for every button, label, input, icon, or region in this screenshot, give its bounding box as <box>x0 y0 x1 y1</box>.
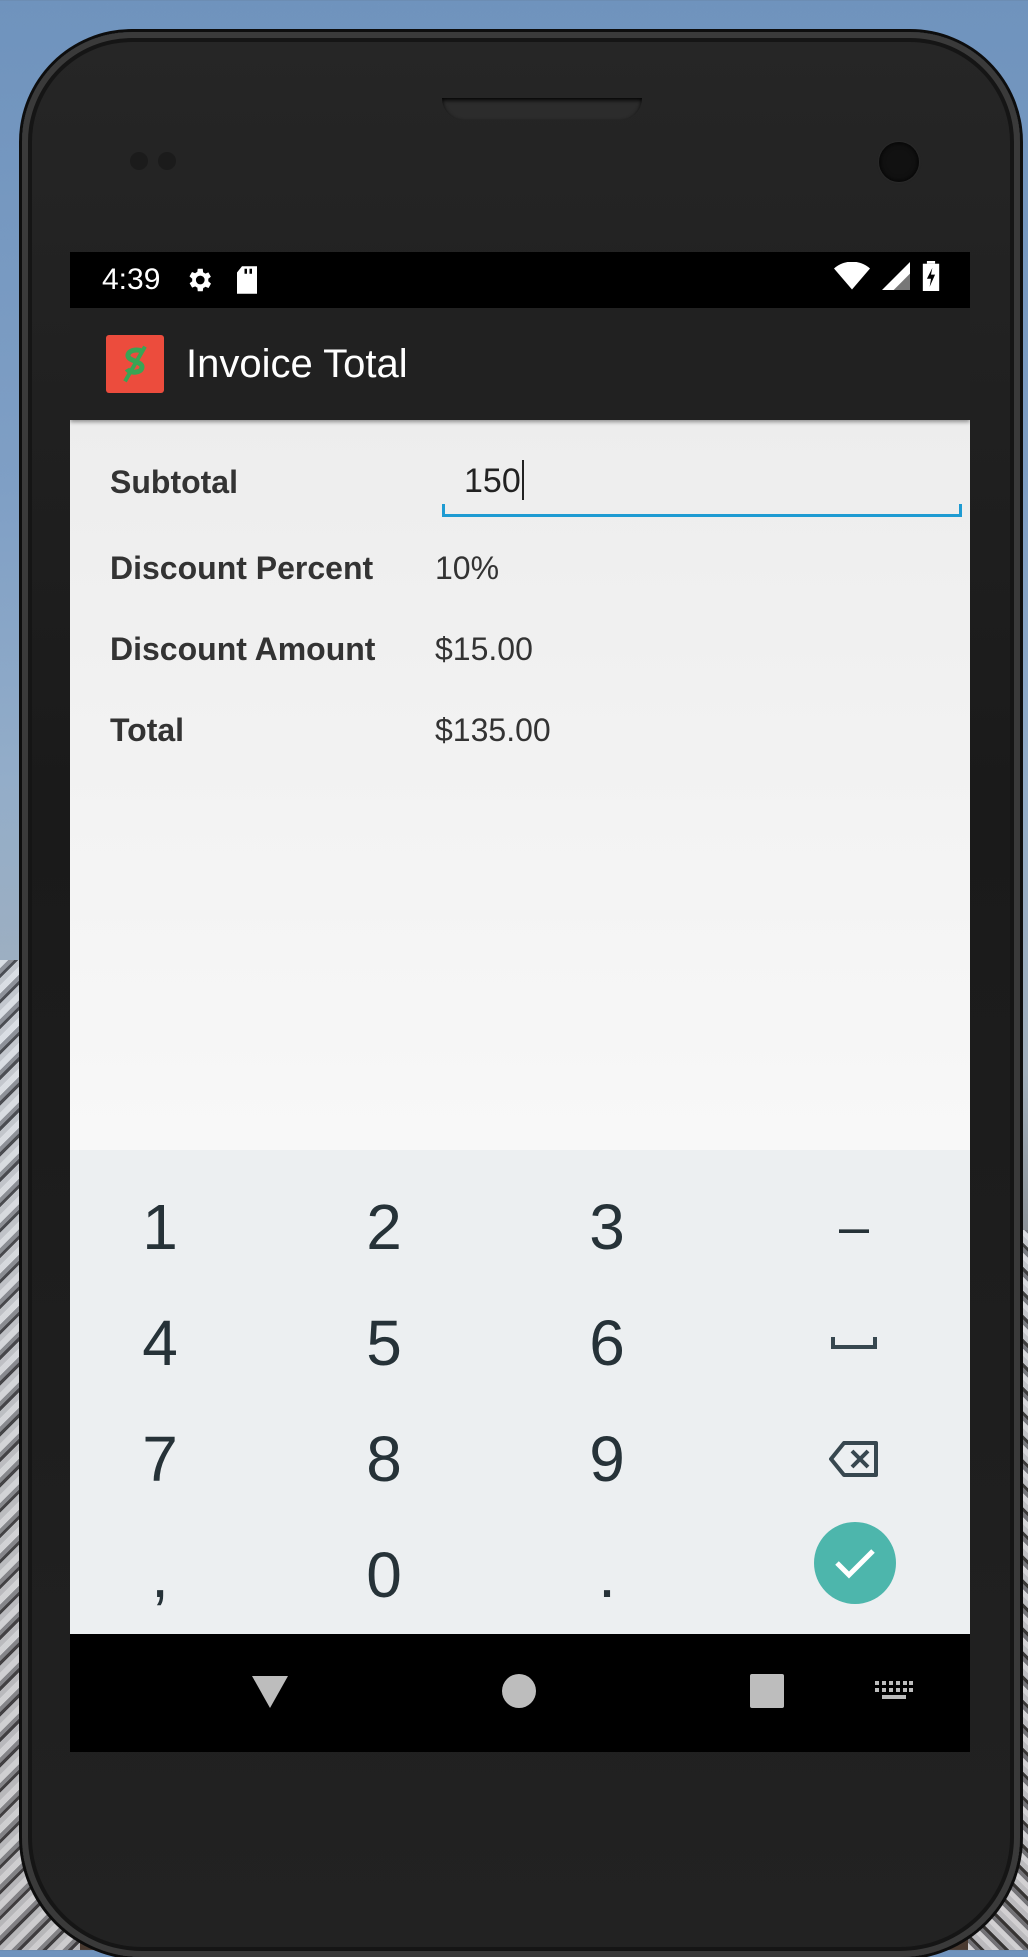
recents-icon <box>750 1674 784 1708</box>
discount-percent-label: Discount Percent <box>110 549 374 586</box>
earpiece-speaker <box>442 98 642 120</box>
discount-percent-row: Discount Percent 10% <box>110 538 499 598</box>
discount-amount-label: Discount Amount <box>110 630 376 667</box>
check-icon <box>835 1549 875 1579</box>
back-button[interactable] <box>250 1672 290 1712</box>
keyboard-switch-button[interactable] <box>874 1680 914 1704</box>
app-bar: Invoice Total <box>70 308 970 420</box>
app-title: Invoice Total <box>186 341 408 386</box>
key-9[interactable]: 9 <box>517 1404 697 1514</box>
status-time: 4:39 <box>102 263 161 296</box>
total-label: Total <box>110 711 185 748</box>
recents-button[interactable] <box>748 1672 786 1710</box>
space-icon <box>831 1337 877 1349</box>
keyboard-icon <box>875 1681 913 1699</box>
front-camera <box>879 142 919 182</box>
backspace-icon <box>829 1441 878 1477</box>
sd-card-icon <box>234 265 260 295</box>
wifi-icon <box>834 261 870 298</box>
home-icon <box>502 1674 536 1708</box>
sensor <box>130 152 148 170</box>
text-caret <box>521 460 524 500</box>
total-value: $135.00 <box>435 711 551 748</box>
back-icon <box>252 1676 288 1708</box>
space-key[interactable] <box>764 1288 944 1398</box>
status-bar: 4:39 <box>70 252 970 308</box>
subtotal-input[interactable]: 150 <box>442 450 962 517</box>
key-comma[interactable]: , <box>70 1520 250 1630</box>
backspace-key[interactable] <box>764 1404 944 1514</box>
key-4[interactable]: 4 <box>70 1288 250 1398</box>
key-2[interactable]: 2 <box>294 1172 474 1282</box>
discount-amount-value: $15.00 <box>435 630 533 667</box>
key-8[interactable]: 8 <box>294 1404 474 1514</box>
key-1[interactable]: 1 <box>70 1172 250 1282</box>
device-screen: 4:39 Invoice Total Subtotal 150 Discount… <box>70 252 970 1752</box>
signal-icon <box>882 262 910 298</box>
numeric-keyboard: 1 2 3 – 4 5 6 7 8 9 , 0 . <box>70 1150 970 1634</box>
key-3[interactable]: 3 <box>517 1172 697 1282</box>
invoice-form: Subtotal 150 Discount Percent 10% Discou… <box>70 420 970 1150</box>
discount-percent-value: 10% <box>435 549 500 586</box>
key-6[interactable]: 6 <box>517 1288 697 1398</box>
discount-amount-row: Discount Amount $15.00 <box>110 619 533 679</box>
subtotal-input-value: 150 <box>464 460 524 501</box>
total-row: Total $135.00 <box>110 700 551 760</box>
gear-icon <box>184 265 214 295</box>
navigation-bar <box>70 1634 970 1752</box>
key-period[interactable]: . <box>517 1520 697 1630</box>
sensor <box>158 152 176 170</box>
subtotal-label: Subtotal <box>110 463 238 500</box>
home-button[interactable] <box>500 1672 538 1710</box>
key-7[interactable]: 7 <box>70 1404 250 1514</box>
key-0[interactable]: 0 <box>294 1520 474 1630</box>
key-5[interactable]: 5 <box>294 1288 474 1398</box>
enter-key[interactable] <box>814 1522 896 1604</box>
dollar-sign-icon <box>106 335 164 393</box>
key-minus[interactable]: – <box>764 1172 944 1282</box>
subtotal-row: Subtotal <box>110 452 435 512</box>
battery-charging-icon <box>922 261 940 299</box>
